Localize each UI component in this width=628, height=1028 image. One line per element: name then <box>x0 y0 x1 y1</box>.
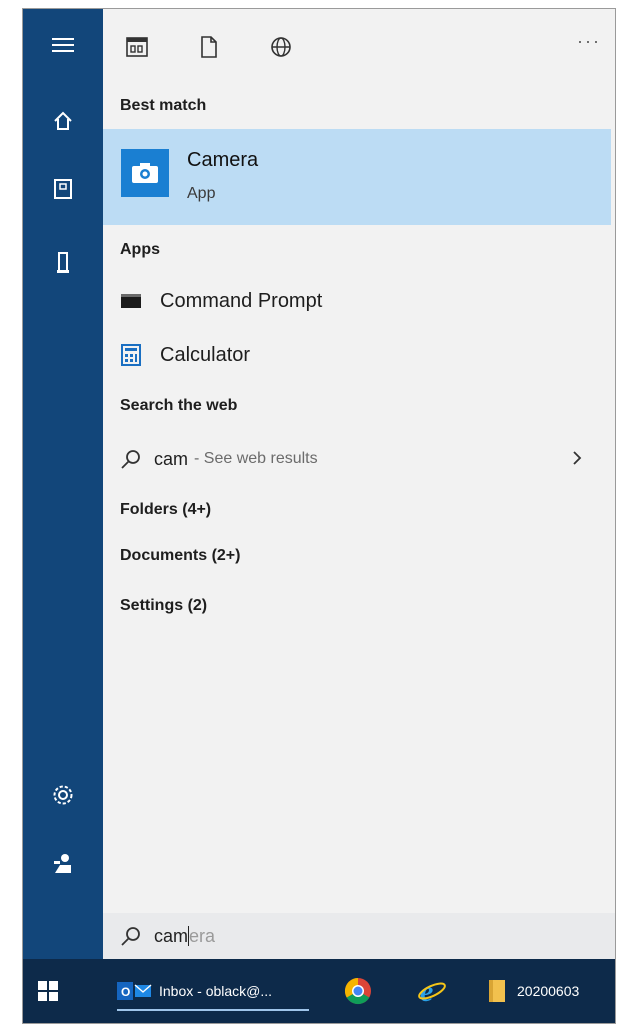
taskbar-folder-label: 20200603 <box>517 983 580 999</box>
camera-icon <box>121 149 169 197</box>
apps-heading: Apps <box>120 241 160 258</box>
apps-icon[interactable] <box>119 29 155 65</box>
results-panel: ··· Best match Camera App Apps Command P… <box>103 9 615 959</box>
chrome-icon[interactable] <box>343 973 373 1009</box>
windows-logo-icon <box>37 980 59 1002</box>
more-options-button[interactable]: ··· <box>577 31 601 52</box>
app-item-label: Calculator <box>160 343 251 366</box>
globe-icon[interactable] <box>263 29 299 65</box>
document-icon[interactable] <box>191 29 227 65</box>
search-start-panel: ··· Best match Camera App Apps Command P… <box>22 8 616 1024</box>
search-input[interactable]: camera <box>154 925 216 947</box>
best-match-title: Camera <box>187 149 259 171</box>
hamburger-menu-icon[interactable] <box>23 23 103 67</box>
web-results-hint: - See web results <box>194 450 318 467</box>
chevron-right-icon[interactable] <box>571 449 583 472</box>
start-button[interactable] <box>37 973 59 1009</box>
folder-icon <box>487 978 507 1004</box>
taskbar: O Inbox - oblack@... e 20200603 <box>23 959 615 1023</box>
web-query-text: cam <box>154 448 189 469</box>
notebook-icon[interactable] <box>23 167 103 211</box>
web-search-result[interactable]: cam - See web results <box>103 437 611 481</box>
settings-gear-icon[interactable] <box>23 773 103 817</box>
taskbar-outlook-label: Inbox - oblack@... <box>159 983 273 999</box>
calculator-icon <box>120 344 142 366</box>
best-match-heading: Best match <box>120 97 207 114</box>
search-icon <box>120 448 142 470</box>
user-feedback-icon[interactable] <box>23 841 103 885</box>
search-icon <box>120 925 142 947</box>
outlook-icon: O <box>117 980 153 1002</box>
category-documents[interactable]: Documents (2+) <box>120 547 240 565</box>
app-item-calculator[interactable]: Calculator <box>103 331 611 379</box>
home-icon[interactable] <box>23 99 103 143</box>
search-web-heading: Search the web <box>120 397 238 414</box>
category-settings[interactable]: Settings (2) <box>120 597 207 615</box>
app-item-command-prompt[interactable]: Command Prompt <box>103 277 611 325</box>
command-prompt-icon <box>120 290 142 312</box>
svg-text:O: O <box>121 985 130 999</box>
taskbar-outlook-inbox[interactable]: O Inbox - oblack@... <box>117 973 309 1011</box>
search-typed-text: cam <box>154 925 189 946</box>
filter-toolbar: ··· <box>103 9 615 85</box>
best-match-item[interactable]: Camera App <box>103 129 611 225</box>
tower-icon[interactable] <box>23 241 103 285</box>
internet-explorer-icon[interactable]: e <box>417 973 447 1009</box>
search-box[interactable]: camera <box>103 913 615 959</box>
category-folders[interactable]: Folders (4+) <box>120 501 211 519</box>
left-rail <box>23 9 103 959</box>
taskbar-folder[interactable]: 20200603 <box>487 973 579 1009</box>
app-item-label: Command Prompt <box>160 289 323 312</box>
search-autocomplete: era <box>189 925 216 946</box>
best-match-subtitle: App <box>187 185 216 202</box>
